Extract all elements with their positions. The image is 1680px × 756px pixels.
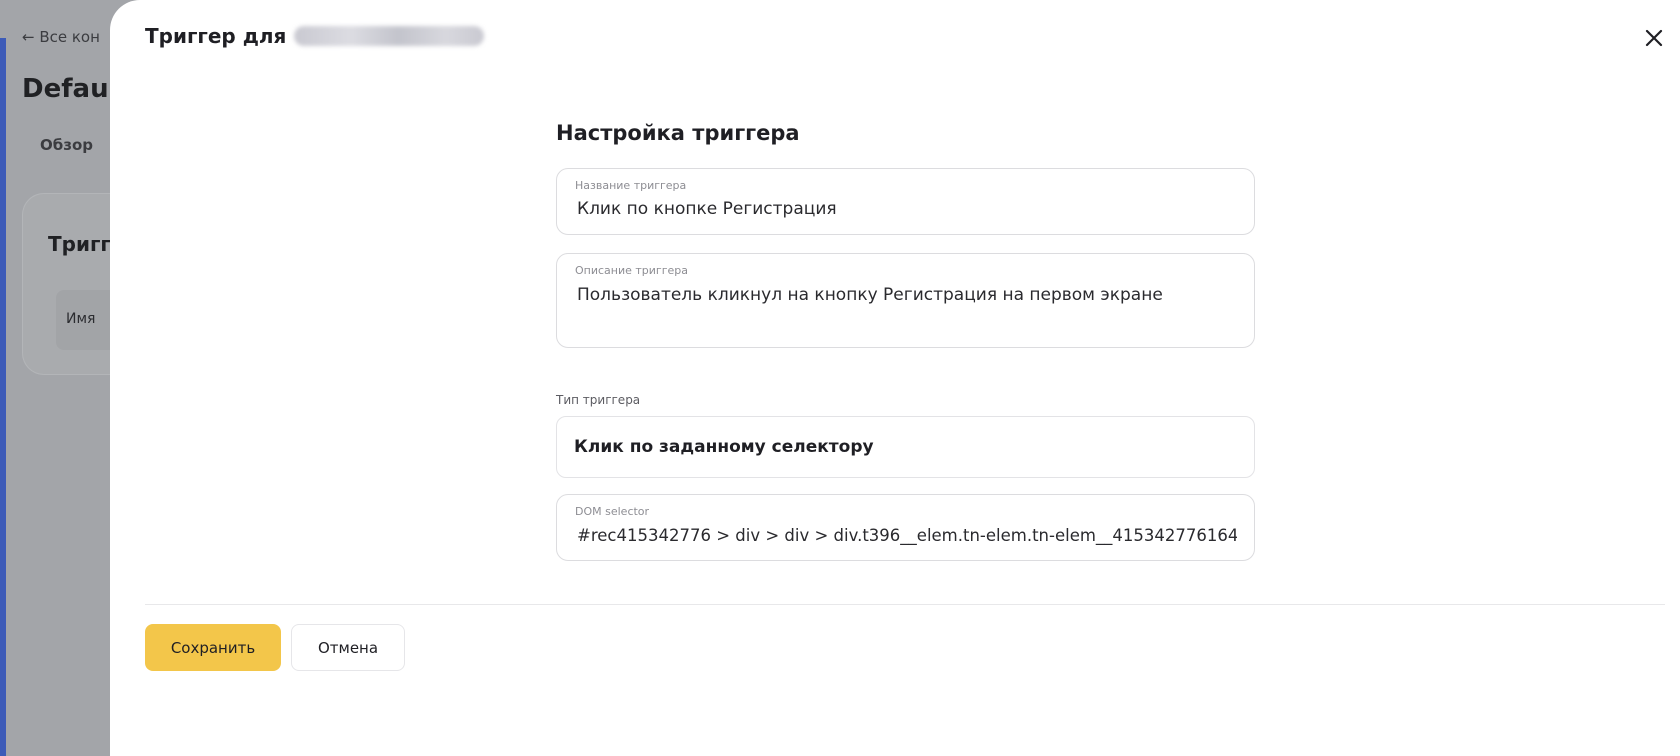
modal-title-text: Триггер для — [145, 24, 287, 48]
page-title: Defaul — [22, 74, 118, 104]
close-icon — [1645, 29, 1663, 47]
table-header-name: Имя — [66, 311, 96, 327]
trigger-name-value[interactable]: Клик по кнопке Регистрация — [577, 199, 1237, 219]
blurred-site-name — [294, 26, 485, 46]
trigger-type-value: Клик по заданному селектору — [574, 437, 874, 457]
dom-selector-value[interactable]: #rec415342776 > div > div > div.t396__el… — [577, 526, 1237, 545]
section-title: Настройка триггера — [556, 121, 800, 145]
sidebar-accent-bar — [0, 38, 6, 756]
trigger-description-field[interactable]: Описание триггера Пользователь кликнул н… — [556, 253, 1255, 348]
trigger-description-value[interactable]: Пользователь кликнул на кнопку Регистрац… — [577, 285, 1237, 305]
trigger-type-select[interactable]: Клик по заданному селектору — [556, 416, 1255, 478]
trigger-type-label: Тип триггера — [556, 393, 641, 407]
back-link[interactable]: ← Все кон — [22, 28, 100, 46]
save-button[interactable]: Сохранить — [145, 624, 281, 671]
tab-overview[interactable]: Обзор — [40, 136, 93, 154]
trigger-name-field[interactable]: Название триггера Клик по кнопке Регистр… — [556, 168, 1255, 235]
trigger-name-label: Название триггера — [575, 179, 687, 192]
triggers-card-title: Тригг — [48, 232, 111, 256]
cancel-button[interactable]: Отмена — [291, 624, 405, 671]
close-button[interactable] — [1640, 24, 1668, 52]
dom-selector-field[interactable]: DOM selector #rec415342776 > div > div >… — [556, 494, 1255, 561]
dom-selector-label: DOM selector — [575, 505, 650, 518]
modal-title: Триггер для — [145, 24, 485, 48]
footer-divider — [145, 604, 1665, 605]
trigger-description-label: Описание триггера — [575, 264, 688, 277]
